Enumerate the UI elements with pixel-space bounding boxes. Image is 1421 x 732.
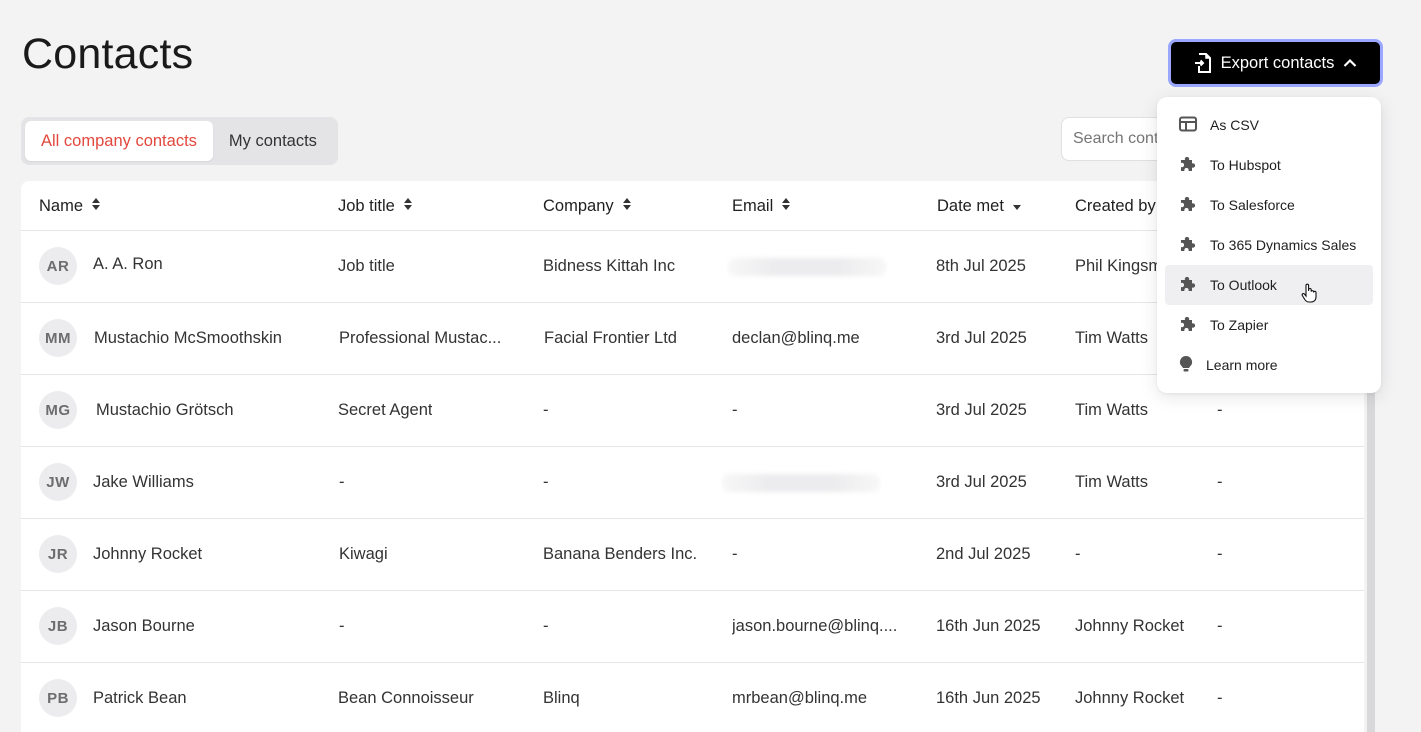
job-title: - [339,617,345,635]
company: - [543,473,549,491]
email: - [732,401,738,419]
avatar: JW [39,463,77,501]
company: Blinq [543,689,580,707]
puzzle-icon [1179,315,1197,336]
contact-name: Jake Williams [93,473,194,491]
job-title: Kiwagi [339,545,388,563]
menu-item-learn-more[interactable]: Learn more [1165,345,1373,385]
date-met: 8th Jul 2025 [936,257,1026,275]
menu-item-to-hubspot[interactable]: To Hubspot [1165,145,1373,185]
page-title: Contacts [22,30,194,78]
email-redacted [721,447,881,518]
chevron-up-icon [1343,58,1357,68]
contact-name: Mustachio Grötsch [96,401,234,419]
created-by: - [1075,545,1081,563]
email: declan@blinq.me [732,329,860,347]
extra-column: - [1217,617,1223,635]
table-row[interactable]: JB Jason Bourne - - jason.bourne@blinq..… [21,591,1364,663]
company: Bidness Kittah Inc [543,257,676,275]
puzzle-icon [1179,155,1197,176]
company: Banana Benders Inc. [543,545,698,563]
email: - [732,545,738,563]
date-met: 3rd Jul 2025 [936,473,1027,491]
menu-item-as-csv[interactable]: As CSV [1165,105,1373,145]
company: - [543,617,549,635]
column-header-date-met[interactable]: Date met [937,181,1022,231]
menu-item-to-zapier[interactable]: To Zapier [1165,305,1373,345]
job-title: Secret Agent [338,401,433,419]
table-row[interactable]: JW Jake Williams - - 3rd Jul 2025 Tim Wa… [21,447,1364,519]
email-redacted [727,231,887,302]
contact-name: A. A. Ron [93,254,163,273]
date-met: 3rd Jul 2025 [936,329,1027,347]
puzzle-icon [1179,195,1197,216]
column-header-created-by[interactable]: Created by [1075,181,1156,231]
avatar: MM [39,319,77,357]
column-header-email[interactable]: Email [732,181,791,231]
job-title: Professional Mustac... [339,329,502,347]
menu-item-to-salesforce[interactable]: To Salesforce [1165,185,1373,225]
email: jason.bourne@blinq.... [732,617,898,635]
contact-name: Johnny Rocket [93,545,203,563]
contact-name: Mustachio McSmoothskin [94,329,282,347]
lightbulb-icon [1179,355,1193,376]
table-icon [1179,116,1197,135]
avatar: PB [39,679,77,717]
job-title: Bean Connoisseur [338,689,474,707]
created-by: Tim Watts [1075,401,1149,419]
menu-item-to-outlook[interactable]: To Outlook [1165,265,1373,305]
created-by: Tim Watts [1075,329,1149,347]
export-contacts-button[interactable]: Export contacts [1168,39,1383,87]
contact-name: Jason Bourne [93,617,195,635]
date-met: 16th Jun 2025 [936,689,1041,707]
date-met: 16th Jun 2025 [936,617,1041,635]
menu-item-to-365-dynamics-sales[interactable]: To 365 Dynamics Sales [1165,225,1373,265]
contacts-tabs: All company contacts My contacts [21,117,338,165]
file-export-icon [1194,53,1212,73]
column-header-company[interactable]: Company [543,181,632,231]
table-row[interactable]: PB Patrick Bean Bean Connoisseur Blinq m… [21,663,1364,732]
sort-icon [91,196,101,217]
contact-name: Patrick Bean [93,689,187,707]
avatar: AR [39,247,77,285]
avatar: MG [39,391,77,429]
company: - [543,401,549,419]
company: Facial Frontier Ltd [544,329,677,347]
sort-icon [403,196,413,217]
extra-column: - [1217,473,1223,491]
tab-all-company-contacts[interactable]: All company contacts [25,121,213,161]
table-row[interactable]: JR Johnny Rocket Kiwagi Banana Benders I… [21,519,1364,591]
date-met: 3rd Jul 2025 [936,401,1027,419]
created-by: Johnny Rocket [1075,689,1185,707]
sort-desc-icon [1012,196,1022,217]
date-met: 2nd Jul 2025 [936,545,1031,563]
puzzle-icon [1179,235,1197,256]
job-title: Job title [338,257,395,275]
created-by: Tim Watts [1075,473,1149,491]
avatar: JB [39,607,77,645]
email: mrbean@blinq.me [732,689,868,707]
column-header-job-title[interactable]: Job title [338,181,413,231]
avatar: JR [39,535,77,573]
created-by: Johnny Rocket [1075,617,1185,635]
sort-icon [781,196,791,217]
export-menu: As CSV To Hubspot To Salesforce To 365 D… [1157,97,1381,393]
job-title: - [339,473,345,491]
export-contacts-label: Export contacts [1220,53,1335,72]
extra-column: - [1217,545,1223,563]
created-by: Phil Kingsm [1075,257,1157,275]
extra-column: - [1217,689,1223,707]
puzzle-icon [1179,275,1197,296]
sort-icon [622,196,632,217]
hand-cursor-icon [1301,283,1317,308]
tab-my-contacts[interactable]: My contacts [213,121,333,161]
column-header-name[interactable]: Name [39,181,101,231]
